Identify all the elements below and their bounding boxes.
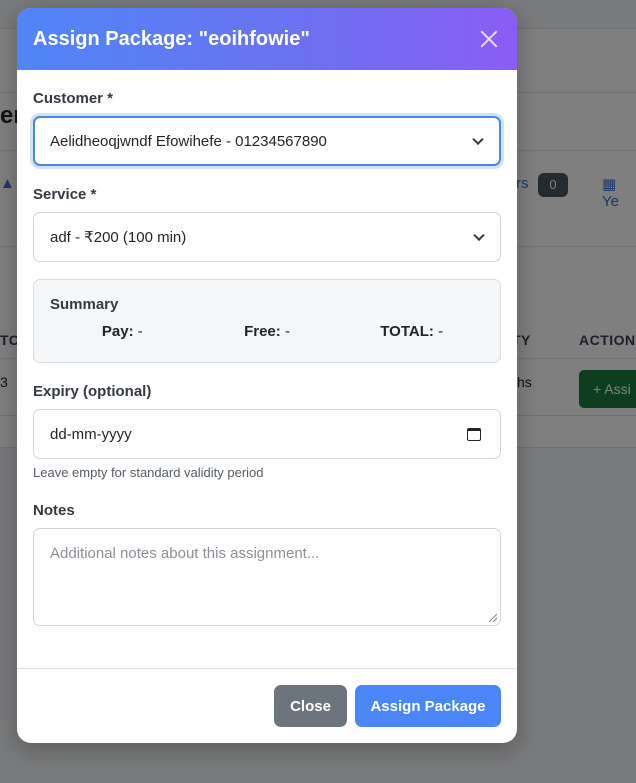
close-button[interactable]: Close (274, 685, 347, 727)
summary-title: Summary (50, 296, 119, 313)
calendar-icon[interactable] (467, 428, 481, 441)
summary-free-label: Free: (244, 323, 281, 340)
notes-textarea[interactable]: Additional notes about this assignment..… (33, 528, 501, 626)
assign-package-button[interactable]: Assign Package (355, 685, 501, 727)
expiry-date-input[interactable]: dd-mm-yyyy (33, 409, 501, 459)
expiry-label: Expiry (optional) (33, 383, 152, 400)
service-select[interactable]: adf - ₹200 (100 min) (33, 212, 501, 262)
summary-pay: Pay: - (50, 323, 195, 340)
chevron-down-icon (473, 229, 485, 242)
chevron-down-icon (472, 133, 484, 146)
assign-package-modal: Assign Package: "eoihfowie" Customer * A… (17, 8, 517, 743)
modal-title: Assign Package: "eoihfowie" (33, 27, 310, 50)
expiry-placeholder: dd-mm-yyyy (50, 425, 132, 443)
summary-total-label: TOTAL: (380, 323, 434, 340)
summary-free-value: - (284, 323, 290, 340)
notes-placeholder: Additional notes about this assignment..… (50, 545, 320, 562)
modal-body: Customer * Aelidheoqjwndf Efowihefe - 01… (17, 70, 517, 626)
service-select-value: adf - ₹200 (100 min) (50, 229, 187, 246)
summary-total: TOTAL: - (339, 323, 484, 340)
resize-handle-icon[interactable] (489, 614, 497, 622)
summary-free: Free: - (195, 323, 340, 340)
summary-row: Pay: - Free: - TOTAL: - (50, 323, 484, 340)
customer-select[interactable]: Aelidheoqjwndf Efowihefe - 01234567890 (33, 116, 501, 166)
notes-label: Notes (33, 502, 75, 519)
summary-total-value: - (438, 323, 444, 340)
modal-footer: Close Assign Package (17, 668, 517, 743)
service-label: Service * (33, 186, 97, 203)
modal-header: Assign Package: "eoihfowie" (17, 8, 517, 70)
expiry-help-text: Leave empty for standard validity period (33, 465, 264, 480)
summary-panel: Summary Pay: - Free: - TOTAL: - (33, 279, 501, 363)
close-icon[interactable] (477, 27, 501, 51)
customer-label: Customer * (33, 90, 114, 107)
customer-select-value: Aelidheoqjwndf Efowihefe - 01234567890 (50, 132, 327, 150)
summary-pay-label: Pay: (101, 323, 134, 340)
summary-pay-value: - (137, 323, 143, 340)
